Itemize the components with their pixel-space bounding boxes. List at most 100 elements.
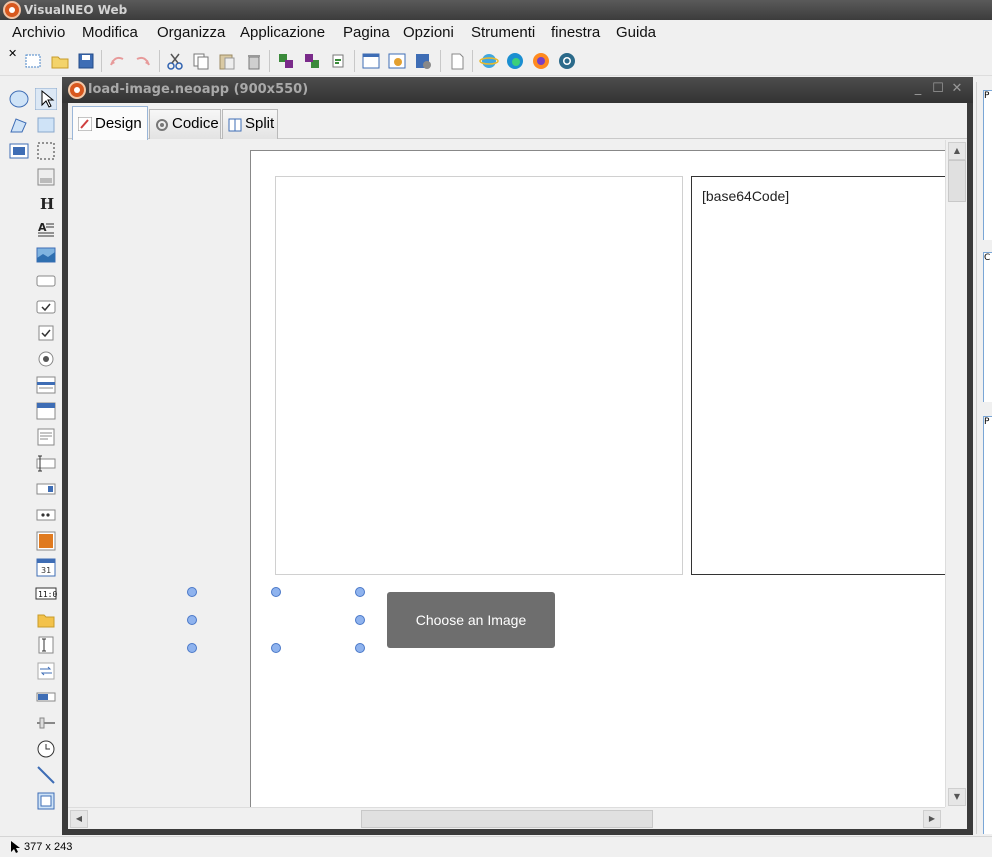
line-icon [37,766,55,784]
page-canvas[interactable]: [base64Code] Choose an Image [250,150,945,807]
bring-forward-button[interactable] [275,50,297,72]
design-area[interactable]: [base64Code] Choose an Image ▲ ▼ [68,140,967,807]
container-tool[interactable] [8,140,30,162]
choose-image-button[interactable]: Choose an Image [387,592,555,648]
scroll-container-tool[interactable] [35,166,57,188]
menu-opzioni[interactable]: Opzioni [403,20,454,46]
slider-tool[interactable] [35,712,57,734]
base64-text-box[interactable]: [base64Code] [691,176,945,575]
properties-panel[interactable]: P [983,90,992,240]
menu-archivio[interactable]: Archivio [12,20,65,46]
tab-code[interactable]: Codice [149,109,221,139]
file-input-tool[interactable] [35,608,57,630]
page-panel[interactable]: P [983,416,992,834]
scroll-up-icon[interactable]: ▲ [948,142,966,160]
selection-handle[interactable] [187,615,197,625]
minimize-button[interactable]: _ [911,80,925,98]
button-tool[interactable] [35,270,57,292]
toggle-checkbox-tool[interactable] [35,322,57,344]
scroll-right-icon[interactable]: ▶ [923,810,941,828]
selection-handle[interactable] [187,643,197,653]
menu-pagina[interactable]: Pagina [343,20,390,46]
selection-tool[interactable] [35,140,57,162]
checkbox-tool[interactable] [35,296,57,318]
listbox-tool[interactable] [35,374,57,396]
app-title: VisualNEO Web [24,3,128,17]
selection-handle[interactable] [271,643,281,653]
app-logo-icon [3,1,21,19]
calendar-icon: 31 [36,558,56,577]
tab-design[interactable]: Design [72,106,148,140]
password-tool[interactable] [35,504,57,526]
maximize-button[interactable]: ☐ [931,80,945,98]
menu-modifica[interactable]: Modifica [82,20,138,46]
save-button[interactable] [75,50,97,72]
image-placeholder[interactable] [275,176,683,575]
menu-strumenti[interactable]: Strumenti [471,20,535,46]
text-cursor-tool[interactable] [35,634,57,656]
menu-applicazione[interactable]: Applicazione [240,20,325,46]
new-page-button[interactable] [22,50,44,72]
delete-button[interactable] [243,50,265,72]
frame-tool[interactable] [35,790,57,812]
timer-tool[interactable] [35,738,57,760]
open-button[interactable] [49,50,71,72]
swap-tool[interactable] [35,660,57,682]
polygon-tool[interactable] [8,114,30,136]
redo-button[interactable] [132,50,154,72]
vertical-scroll-thumb[interactable] [948,160,966,202]
horizontal-scroll-thumb[interactable] [361,810,653,828]
menu-finestra[interactable]: finestra [551,20,600,46]
preview-edge-button[interactable] [504,50,526,72]
preview-chrome-button[interactable] [556,50,578,72]
close-button[interactable]: ✕ [950,80,964,98]
page-properties-button[interactable] [360,50,382,72]
paragraph-tool[interactable]: A [35,218,57,240]
menu-organizza[interactable]: Organizza [157,20,225,46]
selection-handle[interactable] [271,587,281,597]
heading-tool[interactable]: H [35,192,57,214]
preview-firefox-button[interactable] [530,50,552,72]
selection-handle[interactable] [187,587,197,597]
new-document-button[interactable] [446,50,468,72]
input-group-tool[interactable] [35,478,57,500]
vertical-scrollbar[interactable]: ▲ ▼ [945,140,967,807]
line-tool[interactable] [35,764,57,786]
image-tool[interactable] [35,244,57,266]
toolbar-close-icon[interactable]: ✕ [8,48,17,59]
preview-ie-button[interactable] [478,50,500,72]
textarea-tool[interactable] [35,426,57,448]
selection-handle[interactable] [355,615,365,625]
text-input-tool[interactable] [35,452,57,474]
date-picker-tool[interactable]: 31 [35,556,57,578]
copy-button[interactable] [190,50,212,72]
app-properties-button[interactable] [412,50,434,72]
dropdown-tool[interactable] [35,400,57,422]
send-backward-button[interactable] [301,50,323,72]
page-settings-button[interactable] [386,50,408,72]
firefox-icon [533,53,549,69]
pointer-tool[interactable] [34,87,58,111]
undo-button[interactable] [106,50,128,72]
paste-button[interactable] [216,50,238,72]
radio-tool[interactable] [35,348,57,370]
tab-split[interactable]: Split [222,109,278,139]
components-panel[interactable]: C [983,252,992,402]
horizontal-scrollbar[interactable]: ◀ ▶ [68,807,945,829]
selection-handle[interactable] [355,587,365,597]
textarea-icon [37,428,55,446]
selection-handle[interactable] [355,643,365,653]
cut-button[interactable] [164,50,186,72]
scroll-down-icon[interactable]: ▼ [948,788,966,806]
time-picker-tool[interactable]: 11:00 [35,582,62,604]
paste-icon [219,54,235,70]
menubar: Archivio Modifica Organizza Applicazione… [0,20,992,46]
rectangle-tool[interactable] [35,114,57,136]
ellipse-tool[interactable] [8,88,30,110]
scroll-left-icon[interactable]: ◀ [70,810,88,828]
align-button[interactable] [327,50,349,72]
color-picker-tool[interactable] [35,530,57,552]
menu-guida[interactable]: Guida [616,20,656,46]
layer-forward-icon [279,54,293,68]
progress-tool[interactable] [35,686,57,708]
